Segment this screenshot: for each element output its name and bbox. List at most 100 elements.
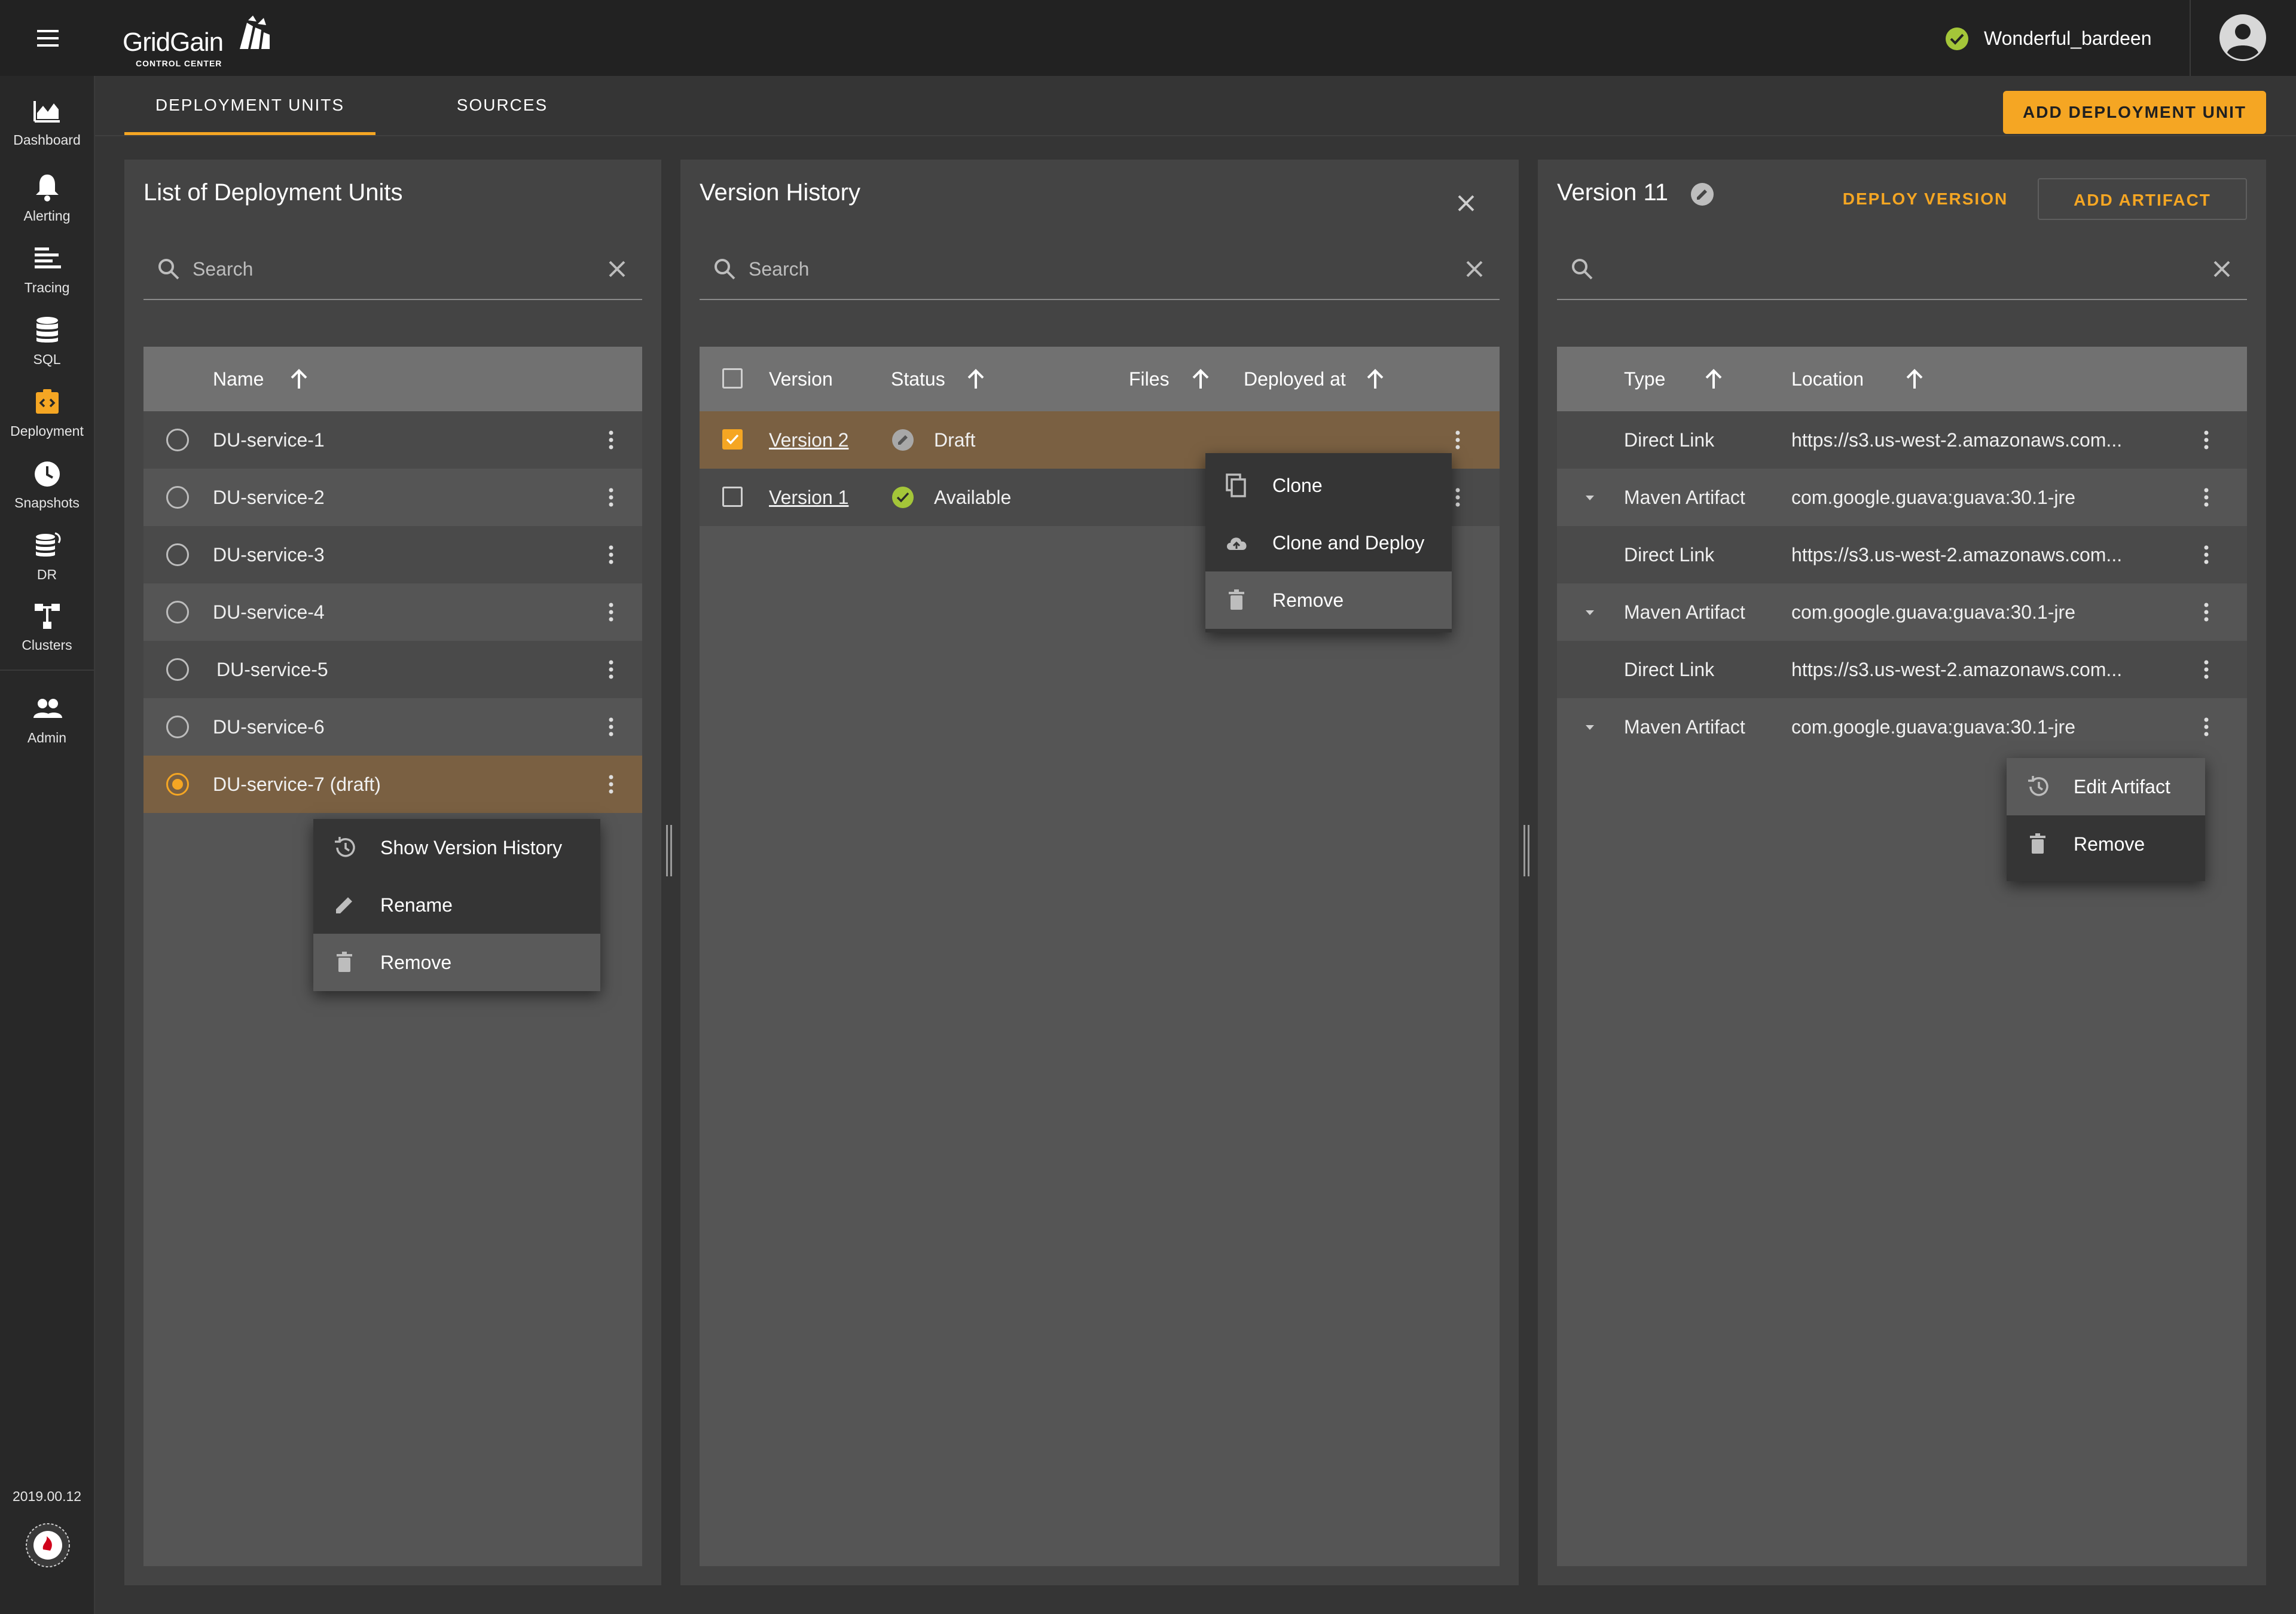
more-vert-icon[interactable] xyxy=(1445,427,1471,453)
deploy-version-button[interactable]: DEPLOY VERSION xyxy=(1836,178,2015,220)
more-vert-icon[interactable] xyxy=(598,427,624,453)
unit-row[interactable]: DU-service-1 xyxy=(144,411,642,469)
unit-row[interactable]: DU-service-6 xyxy=(144,698,642,756)
artifact-row[interactable]: Maven Artifact com.google.guava:guava:30… xyxy=(1557,583,2247,641)
clear-search-icon[interactable] xyxy=(1461,256,1488,282)
sidebar-item-snapshots[interactable]: Snapshots xyxy=(0,451,94,516)
menu-item-clone[interactable]: Clone xyxy=(1205,457,1452,514)
unit-radio[interactable] xyxy=(166,716,189,738)
sidebar-item-dr[interactable]: DR xyxy=(0,522,94,588)
more-vert-icon[interactable] xyxy=(598,542,624,568)
unit-radio[interactable] xyxy=(166,601,189,623)
unit-radio[interactable] xyxy=(166,543,189,566)
sidebar-item-alerting[interactable]: Alerting xyxy=(0,164,94,230)
menu-item-remove[interactable]: Remove xyxy=(2007,815,2205,873)
edit-title-icon[interactable] xyxy=(1690,182,1715,207)
sidebar-label-dr: DR xyxy=(36,567,57,582)
sidebar-item-dashboard[interactable]: Dashboard xyxy=(0,88,94,154)
clear-search-icon[interactable] xyxy=(2209,256,2235,282)
more-vert-icon[interactable] xyxy=(598,771,624,797)
units-search-input[interactable] xyxy=(191,253,600,285)
artifact-row[interactable]: Direct Link https://s3.us-west-2.amazona… xyxy=(1557,526,2247,583)
expand-caret-icon[interactable] xyxy=(1581,489,1599,507)
artifact-type: Maven Artifact xyxy=(1624,716,1745,738)
unit-row[interactable]: DU-service-4 xyxy=(144,583,642,641)
menu-icon[interactable] xyxy=(30,26,66,50)
more-vert-icon[interactable] xyxy=(2193,542,2219,568)
more-vert-icon[interactable] xyxy=(2193,427,2219,453)
artifact-row[interactable]: Direct Link https://s3.us-west-2.amazona… xyxy=(1557,411,2247,469)
clear-search-icon[interactable] xyxy=(604,256,630,282)
menu-label: Remove xyxy=(380,952,452,973)
close-icon[interactable] xyxy=(1453,190,1479,216)
more-vert-icon[interactable] xyxy=(598,599,624,625)
column-header-name[interactable]: Name xyxy=(213,347,264,411)
more-vert-icon[interactable] xyxy=(2193,714,2219,740)
column-header-deployed-at[interactable]: Deployed at xyxy=(1244,347,1346,411)
more-vert-icon[interactable] xyxy=(598,484,624,511)
sort-arrow-up-icon[interactable] xyxy=(964,367,988,391)
gridgain-logo[interactable]: GridGain CONTROL CENTER xyxy=(123,13,278,68)
menu-item-remove[interactable]: Remove xyxy=(313,934,600,991)
cluster-name[interactable]: Wonderful_bardeen xyxy=(1984,24,2152,53)
sort-arrow-up-icon[interactable] xyxy=(1363,367,1387,391)
menu-label: Remove xyxy=(2074,833,2145,855)
sort-arrow-up-icon[interactable] xyxy=(1189,367,1213,391)
tab-sources[interactable]: SOURCES xyxy=(407,84,598,135)
unit-row[interactable]: DU-service-3 xyxy=(144,526,642,583)
tab-deployment-units[interactable]: DEPLOYMENT UNITS xyxy=(124,84,375,135)
panel-resize-handle[interactable] xyxy=(1523,825,1532,876)
more-vert-icon[interactable] xyxy=(598,656,624,683)
versions-table-header: Version Status Files Deployed at xyxy=(700,347,1500,411)
add-artifact-button[interactable]: ADD ARTIFACT xyxy=(2038,178,2247,220)
column-header-location[interactable]: Location xyxy=(1791,347,1864,411)
sidebar-separator xyxy=(0,670,94,671)
expand-caret-icon[interactable] xyxy=(1581,604,1599,622)
column-header-type[interactable]: Type xyxy=(1624,347,1665,411)
unit-radio[interactable] xyxy=(166,429,189,451)
menu-item-clone-and-deploy[interactable]: Clone and Deploy xyxy=(1205,514,1452,571)
column-header-version[interactable]: Version xyxy=(769,347,833,411)
user-avatar-icon[interactable] xyxy=(2218,13,2267,62)
artifacts-search-input[interactable] xyxy=(1605,253,2205,285)
unit-row[interactable]: DU-service-5 xyxy=(144,641,642,698)
artifact-row[interactable]: Maven Artifact com.google.guava:guava:30… xyxy=(1557,698,2247,756)
select-all-checkbox[interactable] xyxy=(722,368,743,389)
sidebar-item-tracing[interactable]: Tracing xyxy=(0,236,94,301)
unit-radio[interactable] xyxy=(166,486,189,509)
unit-row[interactable]: DU-service-2 xyxy=(144,469,642,526)
menu-label: Clone xyxy=(1272,475,1323,496)
version-link[interactable]: Version 1 xyxy=(769,469,848,526)
menu-item-edit-artifact[interactable]: Edit Artifact xyxy=(2007,758,2205,815)
column-header-status[interactable]: Status xyxy=(891,347,945,411)
more-vert-icon[interactable] xyxy=(2193,656,2219,683)
artifact-row[interactable]: Direct Link https://s3.us-west-2.amazona… xyxy=(1557,641,2247,698)
menu-item-show-version-history[interactable]: Show Version History xyxy=(313,819,600,876)
unit-radio[interactable] xyxy=(166,658,189,681)
unit-row-selected[interactable]: DU-service-7 (draft) xyxy=(144,756,642,813)
version-checkbox[interactable] xyxy=(722,487,743,507)
sidebar-item-sql[interactable]: SQL xyxy=(0,307,94,373)
units-search xyxy=(144,245,642,300)
sidebar-item-admin[interactable]: Admin xyxy=(0,686,94,751)
expand-caret-icon[interactable] xyxy=(1581,719,1599,736)
sort-arrow-up-icon[interactable] xyxy=(1702,367,1726,391)
sort-arrow-up-icon[interactable] xyxy=(1903,367,1926,391)
menu-item-remove[interactable]: Remove xyxy=(1205,571,1452,629)
add-deployment-unit-button[interactable]: ADD DEPLOYMENT UNIT xyxy=(2003,91,2266,134)
version-checkbox-checked[interactable] xyxy=(722,429,743,450)
unit-radio-selected[interactable] xyxy=(166,773,189,796)
more-vert-icon[interactable] xyxy=(598,714,624,740)
version-link[interactable]: Version 2 xyxy=(769,411,848,469)
database-icon xyxy=(36,317,58,343)
artifact-row[interactable]: Maven Artifact com.google.guava:guava:30… xyxy=(1557,469,2247,526)
sort-arrow-up-icon[interactable] xyxy=(287,367,311,391)
menu-item-rename[interactable]: Rename xyxy=(313,876,600,934)
sidebar-item-deployment[interactable]: Deployment xyxy=(0,379,94,445)
sidebar-item-clusters[interactable]: Clusters xyxy=(0,593,94,659)
versions-search-input[interactable] xyxy=(747,253,1455,285)
panel-resize-handle[interactable] xyxy=(666,825,674,876)
more-vert-icon[interactable] xyxy=(2193,599,2219,625)
column-header-files[interactable]: Files xyxy=(1129,347,1170,411)
more-vert-icon[interactable] xyxy=(2193,484,2219,511)
